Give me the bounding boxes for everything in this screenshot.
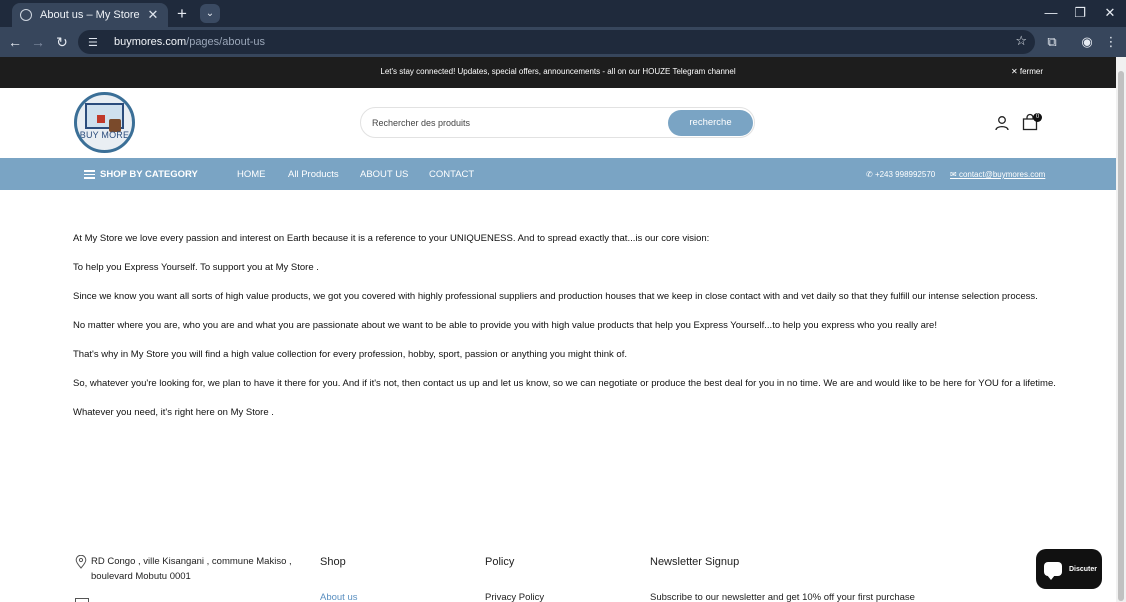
footer-mail-icon [75,598,89,602]
about-paragraph: Whatever you need, it's right here on My… [73,407,274,418]
forward-icon[interactable]: → [28,32,48,52]
extensions-icon[interactable]: ⧉ [1043,33,1061,51]
location-pin-icon [75,555,87,569]
nav-link-contact[interactable]: CONTACT [429,169,474,180]
address-bar[interactable]: ☰ buymores.com /pages/about-us ☆ [78,30,1035,54]
footer-address: RD Congo , ville Kisangani , commune Mak… [91,554,292,584]
footer-heading-policy: Policy [485,556,515,568]
shop-by-category-button[interactable]: SHOP BY CATEGORY [84,168,198,181]
browser-tab[interactable]: About us – My Store ✕ [12,3,168,27]
profile-icon[interactable]: ◉ [1078,33,1096,51]
tab-search-button[interactable]: ⌄ [200,4,220,23]
about-paragraph: No matter where you are, who you are and… [73,320,937,331]
search-input[interactable] [372,116,662,130]
chat-label: Discuter [1069,565,1098,573]
minimize-icon[interactable]: — [1040,4,1062,22]
chat-bubble-icon [1044,562,1062,580]
footer-link-about-us[interactable]: About us [320,592,358,602]
restore-icon[interactable]: ❐ [1069,4,1091,22]
cart-count-badge: 0 [1033,113,1042,122]
footer-heading-newsletter: Newsletter Signup [650,556,740,568]
address-line-2: boulevard Mobutu 0001 [91,571,191,582]
bookmark-star-icon[interactable]: ☆ [1015,33,1027,49]
close-window-icon[interactable]: ✕ [1099,4,1121,22]
about-paragraph: To help you Express Yourself. To support… [73,262,319,273]
chat-button[interactable]: Discuter [1036,549,1102,589]
close-tab-icon[interactable]: ✕ [146,7,160,23]
browser-toolbar: ← → ↻ ☰ buymores.com /pages/about-us ☆ ⧉… [0,27,1126,57]
store-logo[interactable]: BUY MORE [74,92,135,153]
account-icon[interactable] [994,115,1010,131]
menu-kebab-icon[interactable]: ⋮ [1102,33,1120,51]
phone-number: +243 998992570 [874,170,936,179]
announcement-text: Let's stay connected! Updates, special o… [380,67,736,76]
globe-icon [20,9,32,21]
back-icon[interactable]: ← [5,32,25,52]
new-tab-button[interactable]: + [173,5,191,23]
address-line-1: RD Congo , ville Kisangani , commune Mak… [91,556,292,567]
announcement-close-label: fermer [1019,67,1043,76]
main-navigation: SHOP BY CATEGORY HOME All Products ABOUT… [0,158,1116,190]
phone-icon: ✆ [866,170,875,179]
search-form: recherche [360,107,755,138]
email-address: contact@buymores.com [958,170,1046,179]
nav-email[interactable]: ✉ contact@buymores.com [950,170,1045,179]
about-paragraph: So, whatever you're looking for, we plan… [73,378,1056,389]
reload-icon[interactable]: ↻ [52,32,72,52]
footer-link-privacy-policy[interactable]: Privacy Policy [485,592,544,602]
logo-text: BUY MORE [79,130,130,140]
logo-frame [85,103,124,132]
browser-tab-bar: About us – My Store ✕ + ⌄ — ❐ ✕ [0,0,1126,27]
web-page: Let's stay connected! Updates, special o… [0,57,1116,602]
site-header: BUY MORE recherche 0 [0,88,1116,158]
logo-tag-graphic [97,115,105,123]
announcement-close-button[interactable]: ✕ fermer [1011,67,1043,76]
mail-icon: ✉ [950,170,959,179]
hamburger-icon [84,168,95,181]
about-paragraph: At My Store we love every passion and in… [73,233,710,244]
url-host: buymores.com [114,36,187,48]
nav-phone[interactable]: ✆ +243 998992570 [866,170,935,179]
nav-link-all-products[interactable]: All Products [288,169,339,180]
shop-by-category-label: SHOP BY CATEGORY [100,168,198,180]
nav-link-home[interactable]: HOME [237,169,266,180]
search-button[interactable]: recherche [668,110,753,136]
site-info-icon[interactable]: ☰ [88,36,104,49]
announcement-bar: Let's stay connected! Updates, special o… [0,57,1116,88]
scrollbar-thumb[interactable] [1118,71,1124,601]
nav-link-about-us[interactable]: ABOUT US [360,169,408,180]
page-scrollbar[interactable] [1116,57,1126,602]
about-paragraph: That's why in My Store you will find a h… [73,349,627,360]
url-path: /pages/about-us [186,36,266,48]
about-paragraph: Since we know you want all sorts of high… [73,291,1038,302]
tab-title: About us – My Store [40,9,140,21]
footer-heading-shop: Shop [320,556,346,568]
newsletter-description: Subscribe to our newsletter and get 10% … [650,592,915,602]
